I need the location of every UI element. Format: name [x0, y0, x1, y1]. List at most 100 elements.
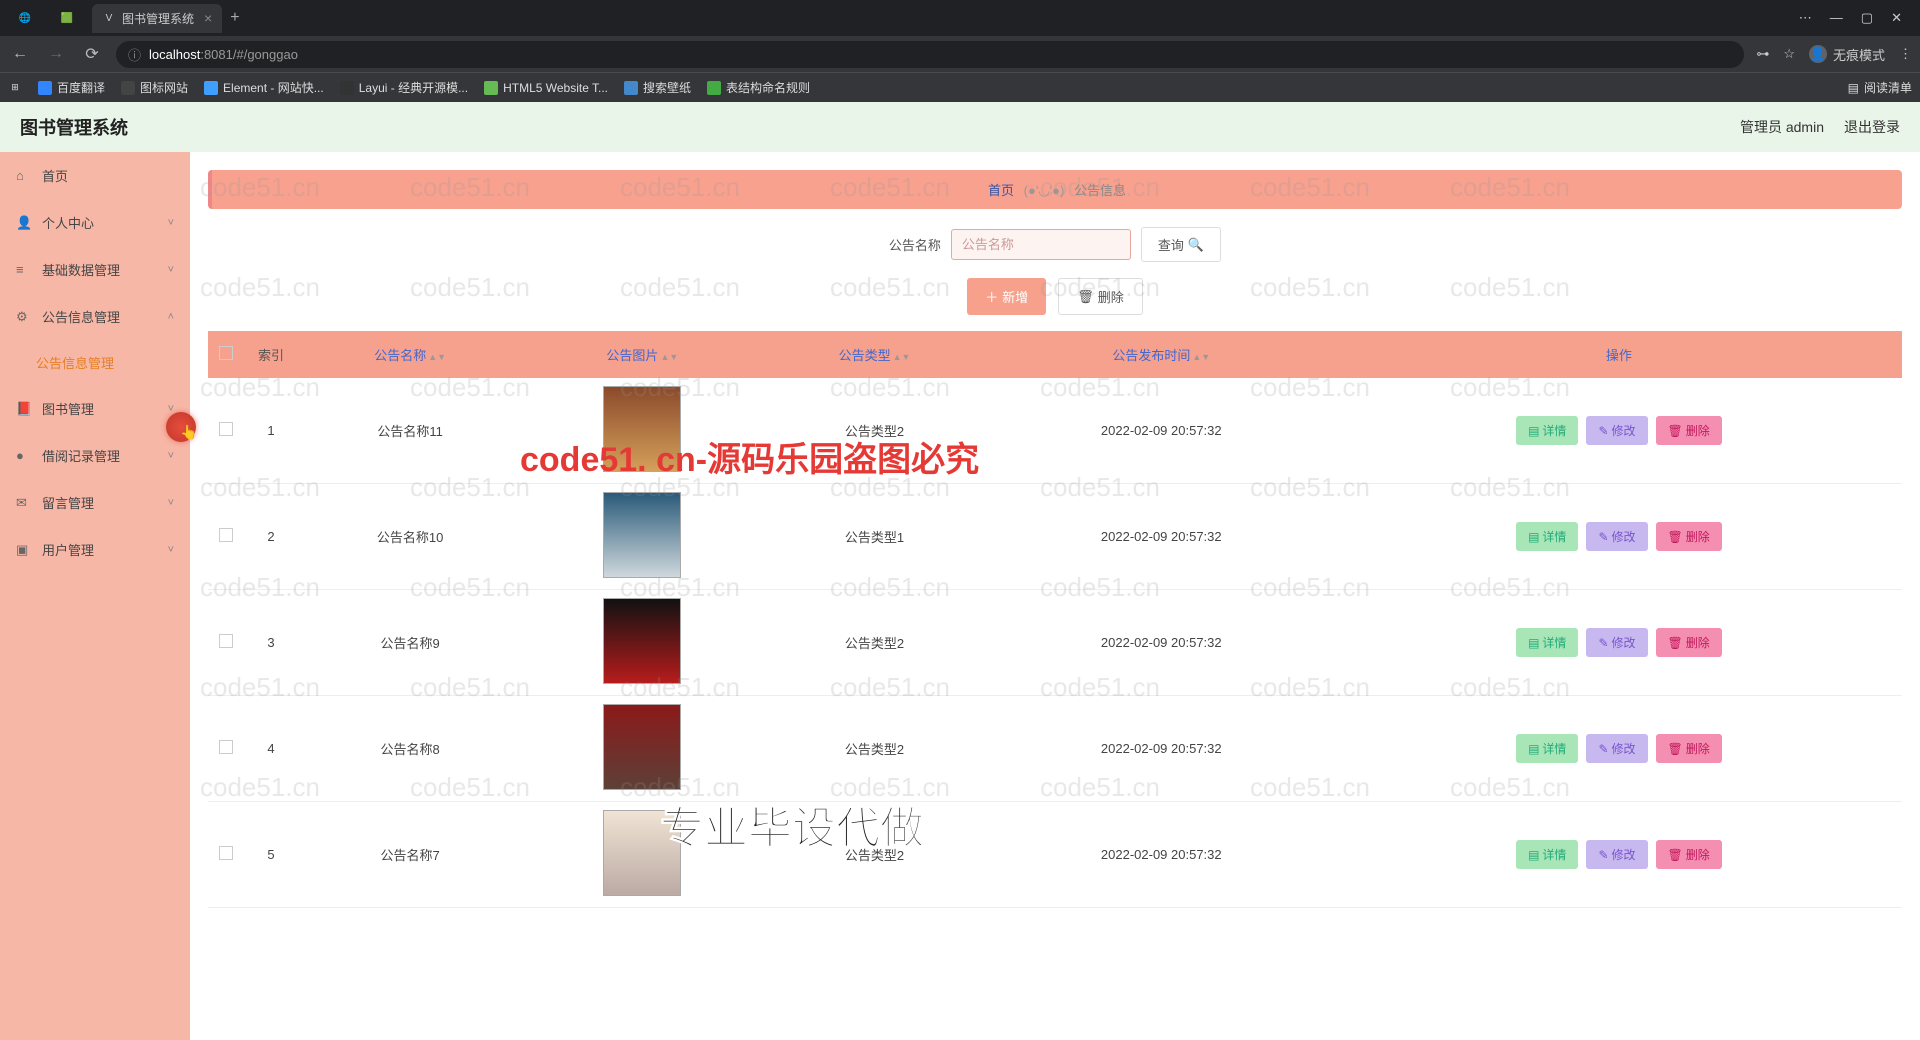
edit-button[interactable]: ✎修改	[1586, 416, 1647, 445]
cell-type: 公告类型2	[762, 378, 986, 484]
col-time[interactable]: 公告发布时间▲▼	[987, 331, 1336, 378]
logout-button[interactable]: 退出登录	[1844, 117, 1900, 137]
detail-icon: ▤	[1528, 636, 1539, 650]
delete-button[interactable]: 🗑删除	[1656, 522, 1722, 551]
breadcrumb-home[interactable]: 首页	[988, 183, 1014, 198]
table-row: 4 公告名称8 公告类型2 2022-02-09 20:57:32 ▤详情 ✎修…	[208, 696, 1902, 802]
sidebar-item-bell[interactable]: ⚙公告信息管理˄	[0, 293, 190, 340]
detail-button[interactable]: ▤详情	[1516, 628, 1578, 657]
chevron-down-icon: ˅	[168, 264, 174, 276]
table-header-row: 索引 公告名称▲▼ 公告图片▲▼ 公告类型▲▼ 公告发布时间▲▼ 操作	[208, 331, 1902, 378]
delete-icon: 🗑	[1668, 742, 1683, 756]
cell-time: 2022-02-09 20:57:32	[987, 590, 1336, 696]
cell-type: 公告类型2	[762, 802, 986, 908]
bookmark-item[interactable]: HTML5 Website T...	[484, 79, 608, 96]
list-icon: ≡	[16, 262, 32, 277]
chevron-down-icon: ˅	[168, 544, 174, 556]
browser-tab[interactable]: 🟩	[50, 5, 90, 31]
row-checkbox[interactable]	[219, 740, 233, 754]
bookmark-item[interactable]: 搜索壁纸	[624, 79, 691, 96]
forward-button[interactable]: →	[44, 45, 68, 63]
sidebar-item-users[interactable]: ▣用户管理˅	[0, 526, 190, 573]
row-checkbox[interactable]	[219, 422, 233, 436]
window-maximize-icon[interactable]: ▢	[1861, 10, 1873, 26]
users-icon: ▣	[16, 542, 32, 558]
cell-index: 4	[244, 696, 298, 802]
window-more-icon[interactable]: ⋯	[1799, 10, 1812, 26]
bookmark-item[interactable]: 图标网站	[121, 79, 188, 96]
reading-list-button[interactable]: ▤ 阅读清单	[1848, 79, 1912, 96]
home-icon: ⌂	[16, 168, 32, 183]
window-minimize-icon[interactable]: —	[1830, 10, 1843, 26]
new-tab-button[interactable]: +	[222, 9, 247, 27]
detail-button[interactable]: ▤详情	[1516, 522, 1578, 551]
sidebar-item-book[interactable]: 📕图书管理˅	[0, 385, 190, 432]
edit-button[interactable]: ✎修改	[1586, 734, 1647, 763]
edit-button[interactable]: ✎修改	[1586, 628, 1647, 657]
sidebar-item-dot[interactable]: ●借阅记录管理˅	[0, 432, 190, 479]
delete-button[interactable]: 🗑删除	[1656, 416, 1722, 445]
site-info-icon[interactable]: ⓘ	[128, 45, 141, 64]
col-image[interactable]: 公告图片▲▼	[522, 331, 762, 378]
col-type[interactable]: 公告类型▲▼	[762, 331, 986, 378]
detail-button[interactable]: ▤详情	[1516, 416, 1578, 445]
query-button[interactable]: 查询 🔍	[1141, 227, 1221, 262]
reload-button[interactable]: ⟳	[80, 44, 104, 64]
cell-time: 2022-02-09 20:57:32	[987, 802, 1336, 908]
browser-tab[interactable]: V图书管理系统×	[92, 4, 222, 33]
row-checkbox[interactable]	[219, 846, 233, 860]
cell-thumbnail[interactable]	[603, 704, 681, 790]
delete-button[interactable]: 🗑删除	[1656, 734, 1722, 763]
star-icon[interactable]: ☆	[1783, 46, 1795, 62]
edit-icon: ✎	[1598, 742, 1608, 756]
bookmark-item[interactable]: Layui - 经典开源模...	[340, 79, 468, 96]
add-button[interactable]: ＋ 新增	[967, 278, 1046, 315]
url-bar[interactable]: ⓘ localhost :8081 /#/gonggao	[116, 41, 1744, 68]
bookmark-item[interactable]: 百度翻译	[38, 79, 105, 96]
window-close-icon[interactable]: ✕	[1891, 10, 1902, 26]
favicon: 🟩	[60, 11, 74, 25]
search-input[interactable]	[951, 229, 1131, 260]
batch-delete-button[interactable]: 🗑 删除	[1058, 278, 1143, 315]
key-icon[interactable]: ⊶	[1756, 46, 1769, 62]
sort-icon: ▲▼	[1192, 352, 1210, 362]
bookmark-item[interactable]: 表结构命名规则	[707, 79, 810, 96]
detail-button[interactable]: ▤详情	[1516, 840, 1578, 869]
table-row: 1 公告名称11 公告类型2 2022-02-09 20:57:32 ▤详情 ✎…	[208, 378, 1902, 484]
select-all-checkbox[interactable]	[219, 346, 233, 360]
sidebar-subitem[interactable]: 公告信息管理	[0, 340, 190, 385]
col-name[interactable]: 公告名称▲▼	[298, 331, 522, 378]
bell-icon: ⚙	[16, 309, 32, 325]
browser-tab[interactable]: 🌐	[8, 5, 48, 31]
menu-icon[interactable]: ⋮	[1899, 46, 1912, 62]
delete-button[interactable]: 🗑删除	[1656, 628, 1722, 657]
sidebar-item-msg[interactable]: ✉留言管理˅	[0, 479, 190, 526]
cell-type: 公告类型1	[762, 484, 986, 590]
cell-thumbnail[interactable]	[603, 598, 681, 684]
delete-button[interactable]: 🗑删除	[1656, 840, 1722, 869]
bookmark-item[interactable]: Element - 网站快...	[204, 79, 324, 96]
edit-button[interactable]: ✎修改	[1586, 522, 1647, 551]
admin-label[interactable]: 管理员 admin	[1740, 117, 1824, 137]
sidebar-item-list[interactable]: ≡基础数据管理˅	[0, 246, 190, 293]
table-row: 5 公告名称7 公告类型2 2022-02-09 20:57:32 ▤详情 ✎修…	[208, 802, 1902, 908]
close-tab-icon[interactable]: ×	[204, 10, 212, 26]
apps-icon[interactable]: ⊞	[8, 81, 22, 95]
edit-button[interactable]: ✎修改	[1586, 840, 1647, 869]
bookmark-icon	[484, 81, 498, 95]
back-button[interactable]: ←	[8, 45, 32, 63]
sidebar: ⌂首页👤个人中心˅≡基础数据管理˅⚙公告信息管理˄公告信息管理📕图书管理˅●借阅…	[0, 152, 190, 1040]
nav-bar: ← → ⟳ ⓘ localhost :8081 /#/gonggao ⊶ ☆ 👤…	[0, 36, 1920, 72]
row-checkbox[interactable]	[219, 634, 233, 648]
cell-thumbnail[interactable]	[603, 810, 681, 896]
bookmark-icon	[121, 81, 135, 95]
sidebar-item-home[interactable]: ⌂首页	[0, 152, 190, 199]
chevron-up-icon: ˄	[168, 311, 174, 323]
sidebar-item-user[interactable]: 👤个人中心˅	[0, 199, 190, 246]
cell-thumbnail[interactable]	[603, 386, 681, 472]
cell-thumbnail[interactable]	[603, 492, 681, 578]
row-checkbox[interactable]	[219, 528, 233, 542]
cell-name: 公告名称9	[298, 590, 522, 696]
main-content: 首页 (●'◡'●) 公告信息 公告名称 查询 🔍 ＋ 新增 🗑	[190, 152, 1920, 1040]
detail-button[interactable]: ▤详情	[1516, 734, 1578, 763]
